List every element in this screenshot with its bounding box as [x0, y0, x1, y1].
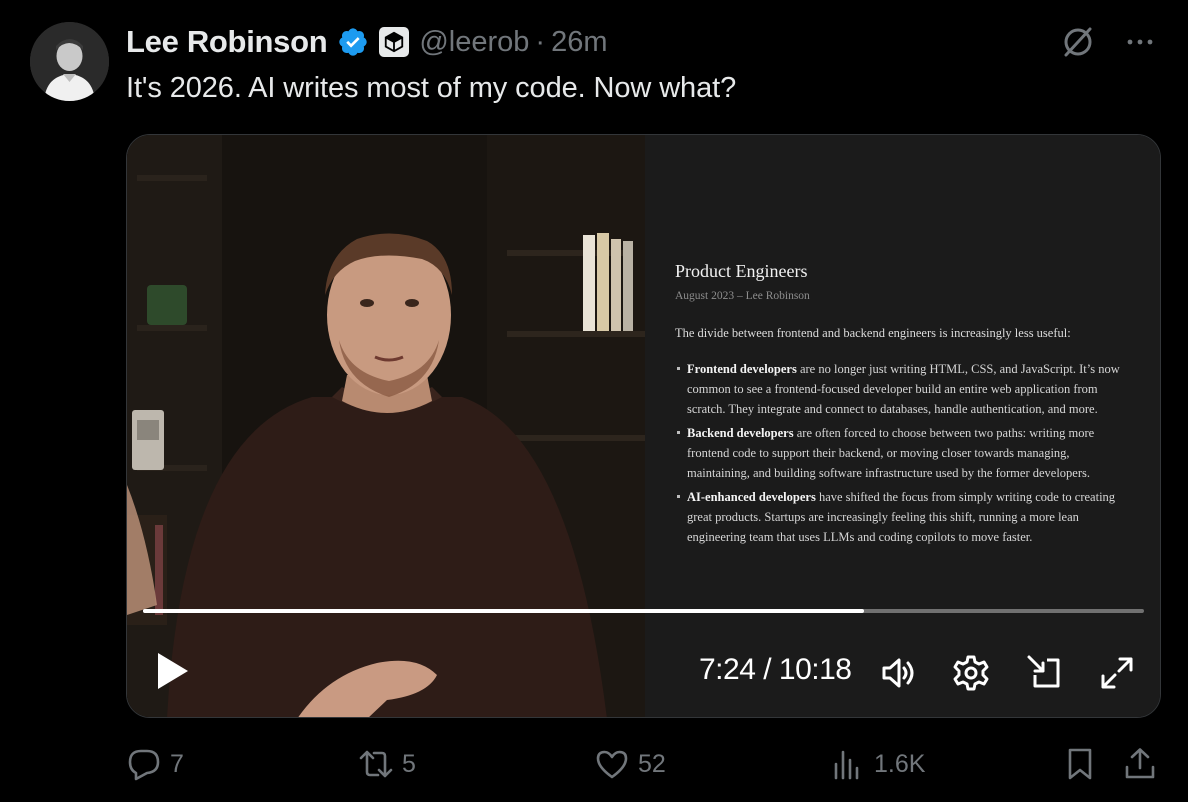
- video-time-current: 7:24: [699, 653, 756, 686]
- share-icon: [1125, 748, 1155, 779]
- document-list-item-bold: AI-enhanced developers: [687, 490, 816, 504]
- separator-dot: ·: [535, 25, 546, 58]
- document-list-item-bold: Backend developers: [687, 426, 794, 440]
- video-progress-bar[interactable]: [143, 609, 1144, 613]
- author-name[interactable]: Lee Robinson: [126, 24, 328, 60]
- video-time-separator: /: [763, 653, 772, 686]
- video-frame-speaker: [127, 135, 645, 717]
- like-button[interactable]: 52: [594, 742, 666, 786]
- reply-icon: [128, 749, 160, 781]
- picture-in-picture-icon: [1027, 655, 1060, 688]
- reply-button[interactable]: 7: [126, 742, 184, 786]
- avatar[interactable]: [30, 22, 109, 101]
- document-title: Product Engineers: [675, 261, 808, 281]
- tweet-text: It's 2026. AI writes most of my code. No…: [126, 72, 737, 104]
- video-time-total: 10:18: [778, 653, 852, 686]
- picture-in-picture-button[interactable]: [1025, 653, 1065, 693]
- heart-icon: [596, 750, 628, 779]
- video-player[interactable]: Product Engineers August 2023 – Lee Robi…: [126, 134, 1161, 718]
- bookmark-button[interactable]: [1062, 742, 1098, 786]
- more-icon[interactable]: [1122, 24, 1158, 60]
- views-icon: [834, 750, 859, 780]
- repost-icon: [359, 750, 393, 778]
- document-intro: The divide between frontend and backend …: [675, 326, 1071, 340]
- author-handle[interactable]: @leerob: [419, 26, 529, 59]
- video-progress-fill: [143, 609, 864, 613]
- video-frame-document: Product Engineers August 2023 – Lee Robi…: [645, 135, 1160, 717]
- reply-count: 7: [170, 749, 184, 778]
- tweet-timestamp[interactable]: 26m: [551, 26, 607, 59]
- video-time: 7:24 / 10:18: [699, 653, 852, 687]
- volume-button[interactable]: [879, 653, 919, 693]
- document-list-item: AI-enhanced developers have shifted the …: [675, 487, 1135, 547]
- fullscreen-button[interactable]: [1097, 653, 1137, 693]
- settings-button[interactable]: [951, 653, 991, 693]
- views-count: 1.6K: [874, 749, 926, 778]
- play-icon: [158, 653, 188, 689]
- views-button[interactable]: 1.6K: [830, 742, 925, 786]
- volume-icon: [882, 658, 914, 688]
- document-panel: Product Engineers August 2023 – Lee Robi…: [675, 261, 1135, 551]
- grok-icon[interactable]: [1060, 24, 1096, 60]
- play-button[interactable]: [155, 651, 191, 691]
- header-actions: [1060, 24, 1158, 60]
- repost-button[interactable]: 5: [358, 742, 416, 786]
- document-meta: August 2023 – Lee Robinson: [675, 290, 810, 302]
- tweet: Lee Robinson @leerob · 26m It's 2026. AI…: [0, 0, 1188, 802]
- verified-badge-icon[interactable]: [337, 26, 369, 58]
- fullscreen-icon: [1101, 657, 1133, 689]
- cursor-logo-icon[interactable]: [379, 27, 410, 57]
- avatar-photo: [30, 22, 109, 101]
- tweet-header: Lee Robinson @leerob · 26m: [126, 22, 608, 62]
- settings-icon: [953, 655, 989, 691]
- document-list-item: Frontend developers are no longer just w…: [675, 359, 1135, 419]
- share-button[interactable]: [1122, 742, 1158, 786]
- bookmark-icon: [1068, 748, 1092, 780]
- tweet-action-bar: 7 5 52 1.6K: [126, 742, 1160, 786]
- document-list-item-bold: Frontend developers: [687, 362, 797, 376]
- document-list: Frontend developers are no longer just w…: [675, 359, 1135, 547]
- like-count: 52: [638, 749, 666, 778]
- document-list-item: Backend developers are often forced to c…: [675, 423, 1135, 483]
- repost-count: 5: [402, 749, 416, 778]
